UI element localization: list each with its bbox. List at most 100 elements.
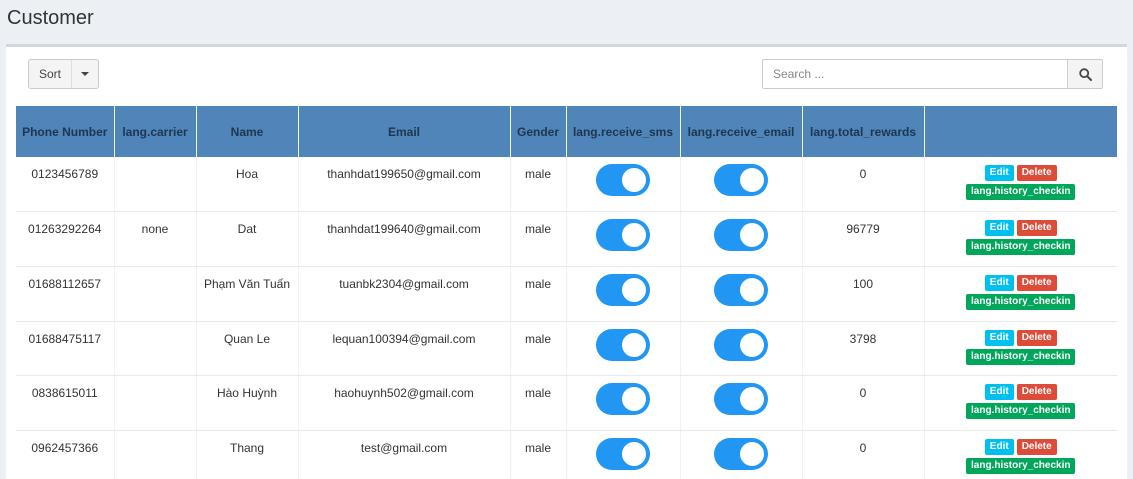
delete-button[interactable]: Delete bbox=[1016, 274, 1057, 291]
cell-email: thanhdat199640@gmail.com bbox=[298, 211, 511, 267]
cell-gender: male bbox=[510, 266, 567, 322]
toggle-knob bbox=[740, 277, 764, 302]
receive-email-toggle[interactable] bbox=[714, 219, 768, 252]
page-header: Customer bbox=[0, 0, 1133, 44]
cell-gender: male bbox=[510, 157, 567, 213]
edit-button[interactable]: Edit bbox=[984, 220, 1014, 237]
cell-total-rewards: 0 bbox=[802, 157, 925, 213]
column-header-phone[interactable]: Phone Number bbox=[16, 106, 115, 157]
cell-actions: Edit Delete lang.history_checkin bbox=[924, 321, 1117, 377]
history-checkin-button[interactable]: lang.history_checkin bbox=[966, 184, 1076, 200]
edit-button[interactable]: Edit bbox=[984, 165, 1014, 181]
caret-down-icon bbox=[81, 72, 90, 76]
delete-button[interactable]: Delete bbox=[1016, 165, 1057, 181]
sort-dropdown[interactable]: Sort bbox=[28, 59, 100, 89]
column-header-gender[interactable]: Gender bbox=[510, 106, 567, 157]
table-row: 0838615011 Hào Huỳnh haohuynh502@gmail.c… bbox=[16, 375, 1117, 431]
toggle-knob bbox=[740, 223, 764, 248]
edit-button[interactable]: Edit bbox=[984, 384, 1014, 401]
receive-email-toggle[interactable] bbox=[714, 164, 768, 196]
cell-actions: Edit Delete lang.history_checkin bbox=[924, 375, 1117, 431]
edit-button[interactable]: Edit bbox=[984, 329, 1014, 346]
cell-carrier: none bbox=[114, 211, 197, 267]
delete-button[interactable]: Delete bbox=[1016, 220, 1057, 237]
page-title: Customer bbox=[7, 7, 94, 29]
cell-carrier bbox=[114, 430, 197, 479]
cell-receive-sms bbox=[566, 375, 681, 431]
cell-actions: Edit Delete lang.history_checkin bbox=[924, 211, 1117, 267]
cell-name: Dat bbox=[196, 211, 299, 267]
receive-sms-toggle[interactable] bbox=[596, 164, 650, 196]
delete-button[interactable]: Delete bbox=[1016, 384, 1057, 401]
receive-sms-toggle[interactable] bbox=[596, 437, 650, 470]
receive-sms-toggle[interactable] bbox=[596, 328, 650, 361]
sort-button[interactable]: Sort bbox=[29, 60, 73, 88]
column-header-total-rewards[interactable]: lang.total_rewards bbox=[802, 106, 925, 157]
receive-email-toggle[interactable] bbox=[714, 273, 768, 306]
cell-gender: male bbox=[510, 375, 567, 431]
table-row: 0962457366 Thang test@gmail.com male 0 E… bbox=[16, 430, 1117, 479]
column-header-actions bbox=[924, 106, 1117, 157]
cell-receive-email bbox=[680, 430, 803, 479]
cell-total-rewards: 0 bbox=[802, 430, 925, 479]
table-row: 01688112657 Phạm Văn Tuấn tuanbk2304@gma… bbox=[16, 266, 1117, 322]
cell-phone: 01688475117 bbox=[16, 321, 115, 377]
delete-button[interactable]: Delete bbox=[1016, 438, 1057, 455]
cell-name: Quan Le bbox=[196, 321, 299, 377]
history-checkin-button[interactable]: lang.history_checkin bbox=[966, 403, 1076, 420]
toolbar: Sort bbox=[6, 47, 1127, 107]
receive-sms-toggle[interactable] bbox=[596, 383, 650, 416]
toggle-knob bbox=[622, 277, 646, 302]
receive-email-toggle[interactable] bbox=[714, 328, 768, 361]
toggle-knob bbox=[622, 332, 646, 357]
column-header-carrier[interactable]: lang.carrier bbox=[114, 106, 197, 157]
cell-receive-email bbox=[680, 266, 803, 322]
search-input[interactable] bbox=[762, 59, 1067, 89]
search-button[interactable] bbox=[1067, 59, 1103, 89]
receive-email-toggle[interactable] bbox=[714, 383, 768, 416]
edit-button[interactable]: Edit bbox=[984, 438, 1014, 455]
cell-name: Hào Huỳnh bbox=[196, 375, 299, 431]
cell-receive-email bbox=[680, 211, 803, 267]
cell-gender: male bbox=[510, 321, 567, 377]
toggle-knob bbox=[622, 168, 646, 192]
toggle-knob bbox=[622, 441, 646, 466]
cell-carrier bbox=[114, 321, 197, 377]
receive-sms-toggle[interactable] bbox=[596, 219, 650, 252]
cell-actions: Edit Delete lang.history_checkin bbox=[924, 157, 1117, 213]
cell-total-rewards: 0 bbox=[802, 375, 925, 431]
column-header-name[interactable]: Name bbox=[196, 106, 299, 157]
cell-name: Phạm Văn Tuấn bbox=[196, 266, 299, 322]
cell-email: lequan100394@gmail.com bbox=[298, 321, 511, 377]
cell-receive-sms bbox=[566, 211, 681, 267]
toggle-knob bbox=[740, 168, 764, 192]
cell-phone: 0838615011 bbox=[16, 375, 115, 431]
cell-receive-sms bbox=[566, 430, 681, 479]
table-row: 01263292264 none Dat thanhdat199640@gmai… bbox=[16, 211, 1117, 267]
history-checkin-button[interactable]: lang.history_checkin bbox=[966, 293, 1076, 310]
search-icon bbox=[1078, 67, 1092, 81]
column-header-receive-email[interactable]: lang.receive_email bbox=[680, 106, 803, 157]
cell-email: test@gmail.com bbox=[298, 430, 511, 479]
receive-sms-toggle[interactable] bbox=[596, 273, 650, 306]
delete-button[interactable]: Delete bbox=[1016, 329, 1057, 346]
cell-carrier bbox=[114, 266, 197, 322]
toggle-knob bbox=[740, 332, 764, 357]
sort-caret-button[interactable] bbox=[72, 60, 98, 88]
cell-total-rewards: 96779 bbox=[802, 211, 925, 267]
cell-receive-sms bbox=[566, 321, 681, 377]
toggle-knob bbox=[622, 223, 646, 248]
column-header-receive-sms[interactable]: lang.receive_sms bbox=[566, 106, 681, 157]
cell-gender: male bbox=[510, 430, 567, 479]
receive-email-toggle[interactable] bbox=[714, 437, 768, 470]
history-checkin-button[interactable]: lang.history_checkin bbox=[966, 239, 1076, 256]
cell-gender: male bbox=[510, 211, 567, 267]
cell-total-rewards: 3798 bbox=[802, 321, 925, 377]
column-header-email[interactable]: Email bbox=[298, 106, 511, 157]
cell-carrier bbox=[114, 157, 197, 213]
history-checkin-button[interactable]: lang.history_checkin bbox=[966, 348, 1076, 365]
cell-actions: Edit Delete lang.history_checkin bbox=[924, 430, 1117, 479]
customer-box: Sort Phone Number lang.carrier Name Emai… bbox=[6, 44, 1127, 479]
edit-button[interactable]: Edit bbox=[984, 274, 1014, 291]
history-checkin-button[interactable]: lang.history_checkin bbox=[966, 457, 1076, 474]
